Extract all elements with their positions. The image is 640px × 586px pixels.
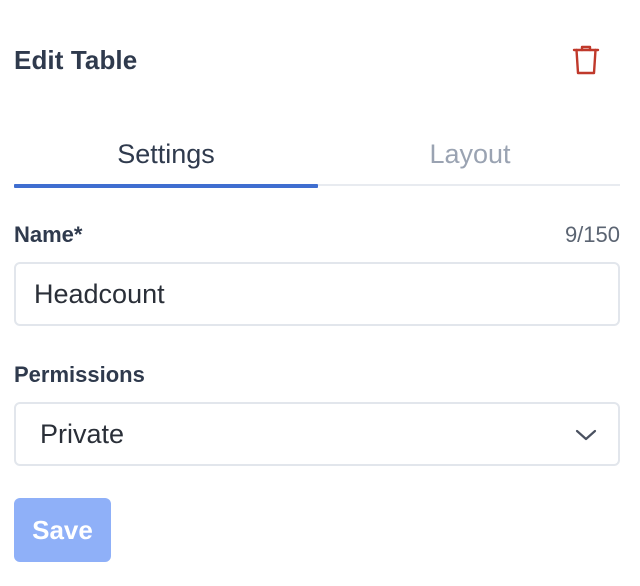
tab-settings[interactable]: Settings <box>14 128 318 188</box>
permissions-select[interactable]: Private <box>14 402 620 466</box>
delete-button[interactable] <box>566 40 606 80</box>
name-input[interactable] <box>16 264 618 324</box>
save-button[interactable]: Save <box>14 498 111 562</box>
name-field[interactable] <box>14 262 620 326</box>
trash-icon <box>572 45 600 75</box>
name-char-counter: 9/150 <box>564 222 620 247</box>
permissions-value: Private <box>40 419 125 449</box>
chevron-down-icon <box>575 429 597 441</box>
name-label: Name* <box>14 222 83 247</box>
tab-layout[interactable]: Layout <box>318 128 622 186</box>
page-title: Edit Table <box>14 45 138 75</box>
permissions-label: Permissions <box>14 362 145 387</box>
panel-header: Edit Table <box>14 42 620 78</box>
tab-bar: Settings Layout <box>14 128 622 188</box>
